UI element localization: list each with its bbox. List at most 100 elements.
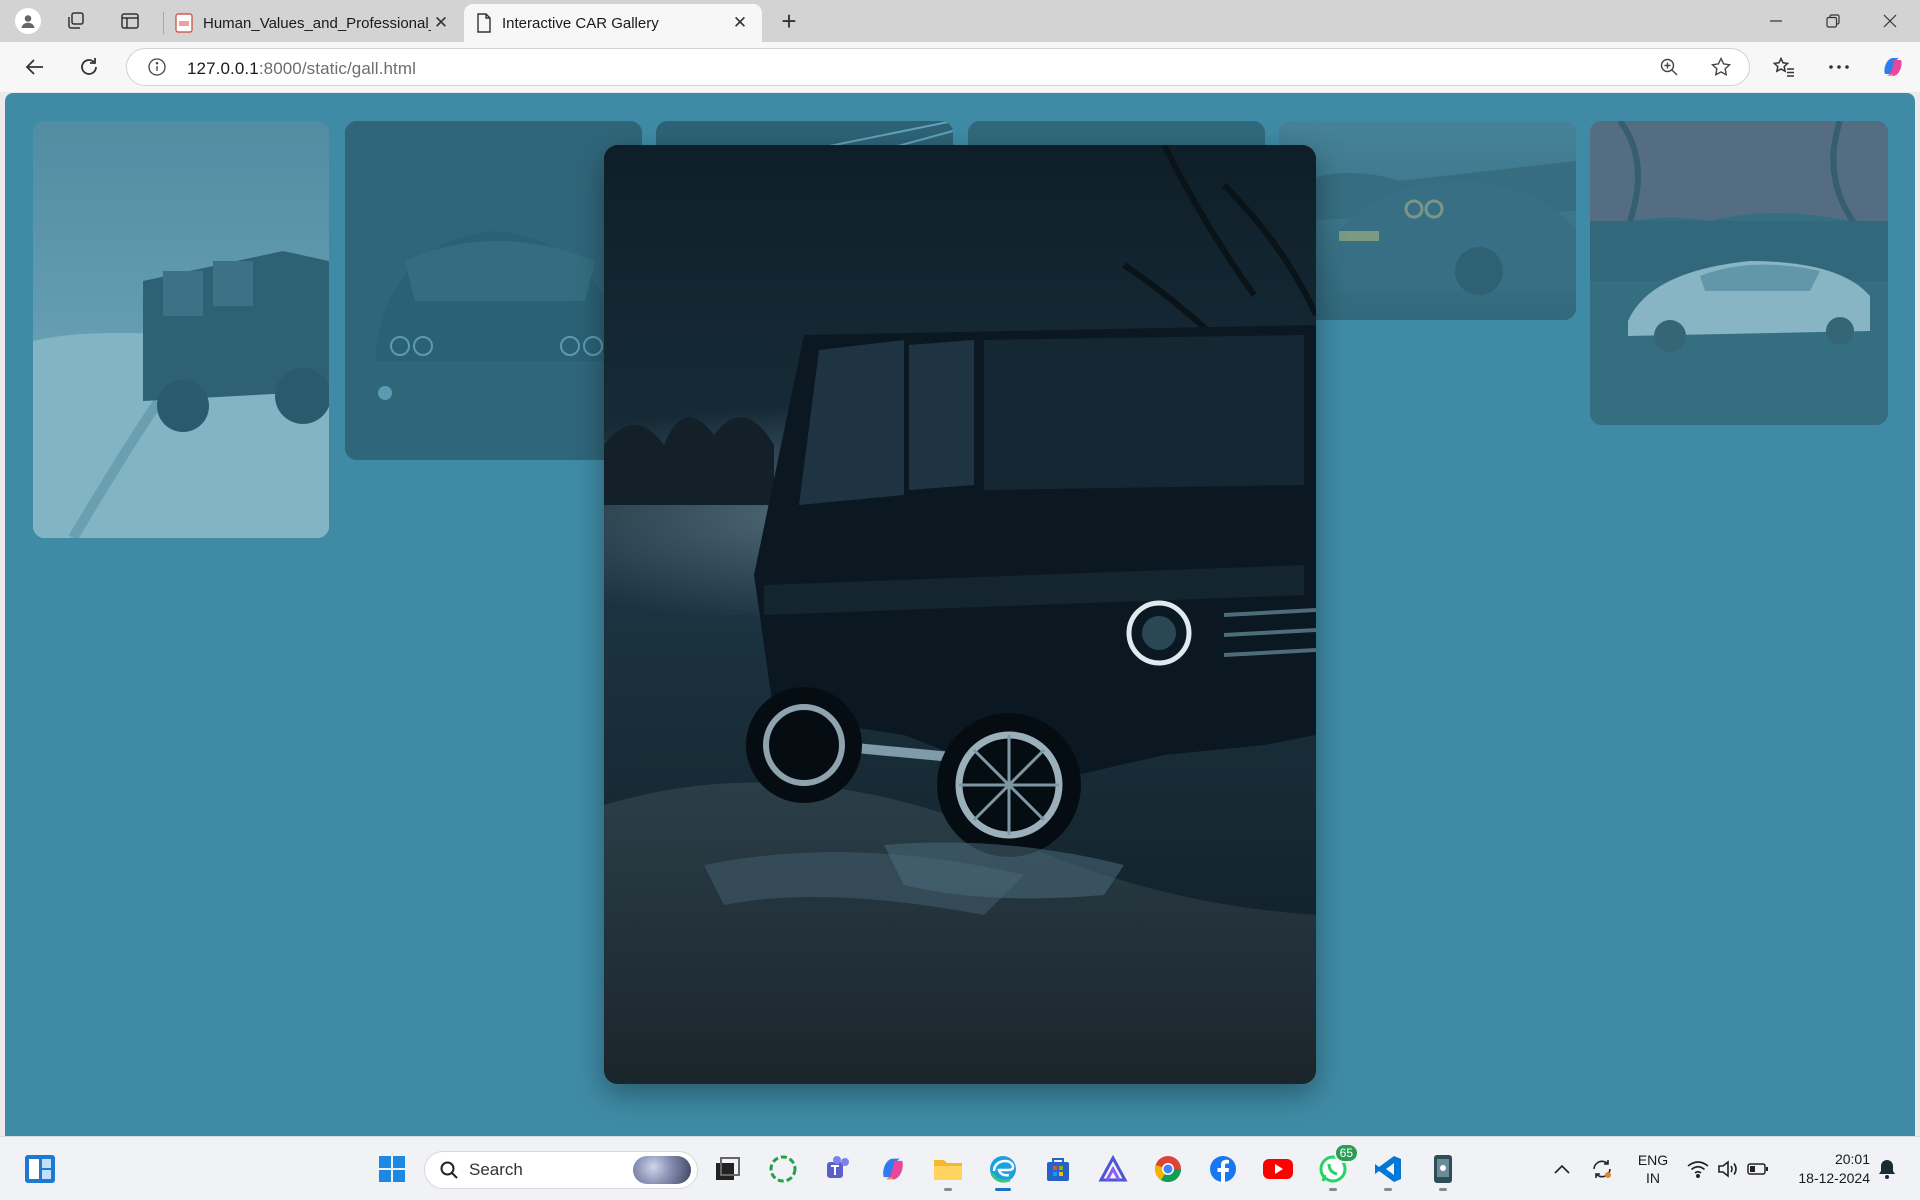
chrome-icon <box>1154 1156 1182 1183</box>
copilot-button[interactable] <box>1874 49 1912 85</box>
zoom-in-icon <box>1660 58 1678 76</box>
taskbar-app-copilot[interactable] <box>873 1149 913 1189</box>
notification-badge: 65 <box>1333 1143 1359 1163</box>
close-icon <box>1883 14 1897 28</box>
lightbox-image[interactable] <box>604 145 1316 1084</box>
url-text[interactable]: 127.0.0.1:8000/static/gall.html <box>187 59 416 79</box>
youtube-icon <box>1263 1159 1293 1179</box>
close-window-button[interactable] <box>1862 0 1918 42</box>
reload-button[interactable] <box>70 49 108 85</box>
tab-car-gallery[interactable]: Interactive CAR Gallery ✕ <box>464 4 762 42</box>
sync-icon <box>1593 1160 1611 1178</box>
pdf-icon <box>175 13 193 33</box>
language-region: IN <box>1646 1170 1660 1186</box>
clock-time: 20:01 <box>1834 1151 1870 1167</box>
thumbnail-overlay <box>1279 121 1576 320</box>
restore-icon <box>1826 14 1840 28</box>
address-bar[interactable]: 127.0.0.1:8000/static/gall.html <box>126 48 1750 86</box>
search-highlight-icon <box>633 1156 691 1184</box>
taskbar-app-store[interactable] <box>1038 1149 1078 1189</box>
running-indicator <box>1439 1188 1447 1191</box>
gallery-thumbnail-gtr-night[interactable] <box>1279 121 1576 320</box>
workspaces-icon <box>68 12 84 29</box>
taskbar-app-whatsapp[interactable]: 65 <box>1313 1143 1359 1191</box>
vertical-tabs-button[interactable] <box>110 5 150 37</box>
task-view-button[interactable] <box>708 1149 748 1189</box>
gallery-thumbnail-car-rear[interactable] <box>345 121 642 460</box>
thumbnail-overlay <box>1590 121 1888 425</box>
search-icon <box>440 1161 458 1179</box>
volume-icon <box>1718 1160 1737 1178</box>
url-host: 127.0.0.1 <box>187 59 259 78</box>
taskbar-app-device[interactable] <box>1423 1149 1463 1191</box>
taskbar-app-youtube[interactable] <box>1258 1149 1298 1189</box>
favorite-button[interactable] <box>1705 52 1737 82</box>
loader-app-icon <box>769 1155 797 1183</box>
minimize-icon <box>1770 20 1782 22</box>
start-icon <box>379 1156 405 1182</box>
taskbar-app-edge[interactable] <box>983 1149 1023 1191</box>
gallery-thumbnail-white-supra[interactable] <box>1590 121 1888 425</box>
close-tab-icon[interactable]: ✕ <box>431 13 451 33</box>
browser-toolbar: 127.0.0.1:8000/static/gall.html <box>0 42 1920 92</box>
running-indicator <box>1329 1188 1337 1191</box>
running-indicator <box>1384 1188 1392 1191</box>
file-explorer-icon <box>934 1160 962 1180</box>
gallery-thumbnail-suv-snow[interactable] <box>33 121 329 538</box>
close-tab-icon[interactable]: ✕ <box>730 13 750 33</box>
edge-icon <box>990 1156 1016 1183</box>
teams-icon <box>827 1156 849 1178</box>
copilot-icon <box>1884 58 1902 76</box>
restore-button[interactable] <box>1805 0 1861 42</box>
zoom-button[interactable] <box>1653 52 1685 82</box>
start-button[interactable] <box>372 1149 412 1189</box>
taskbar-app-teams[interactable] <box>818 1149 858 1189</box>
facebook-icon <box>1210 1156 1236 1183</box>
language-code: ENG <box>1637 1152 1669 1168</box>
sync-tray-button[interactable] <box>1586 1137 1618 1200</box>
clock-date: 18-12-2024 <box>1798 1170 1870 1186</box>
show-hidden-icons-button[interactable] <box>1548 1137 1576 1200</box>
wifi-tray-button[interactable] <box>1684 1137 1712 1200</box>
taskbar-app-chrome[interactable] <box>1148 1149 1188 1189</box>
settings-menu-button[interactable] <box>1820 49 1858 85</box>
widgets-icon <box>25 1155 55 1183</box>
tab-actions-icon <box>121 13 139 29</box>
workspaces-button[interactable] <box>56 5 96 37</box>
notifications-button[interactable] <box>1872 1137 1902 1200</box>
taskbar-app-file-explorer[interactable] <box>928 1149 968 1191</box>
tab-human-values[interactable]: Human_Values_and_Professional_ ✕ <box>163 4 463 42</box>
site-info-button[interactable] <box>141 52 173 82</box>
active-indicator <box>995 1188 1011 1191</box>
thumbnail-overlay <box>345 121 642 460</box>
tab-title: Human_Values_and_Professional_ <box>203 14 431 32</box>
chevron-up-icon <box>1554 1164 1570 1174</box>
browser-tab-strip: Human_Values_and_Professional_ ✕ Interac… <box>0 0 1920 42</box>
device-app-icon <box>1434 1155 1452 1183</box>
back-button[interactable] <box>16 49 54 85</box>
taskbar-search[interactable]: Search <box>424 1151 698 1189</box>
taskbar-app-loader[interactable] <box>763 1149 803 1189</box>
url-path: :8000/static/gall.html <box>258 59 416 78</box>
taskbar-app-facebook[interactable] <box>1203 1149 1243 1189</box>
profile-button[interactable] <box>8 5 48 37</box>
favorites-list-icon <box>1772 56 1794 77</box>
store-icon <box>1047 1158 1069 1181</box>
battery-tray-button[interactable] <box>1744 1137 1772 1200</box>
reload-icon <box>81 58 97 75</box>
battery-icon <box>1747 1163 1768 1175</box>
new-tab-button[interactable]: + <box>772 6 806 36</box>
clock[interactable]: 20:01 18-12-2024 <box>1778 1137 1870 1200</box>
profile-icon <box>15 8 41 34</box>
copilot-icon <box>883 1158 903 1180</box>
taskbar-app-generic[interactable] <box>1093 1149 1133 1189</box>
favorites-button[interactable] <box>1765 49 1803 85</box>
volume-tray-button[interactable] <box>1714 1137 1742 1200</box>
tab-title: Interactive CAR Gallery <box>502 14 659 32</box>
search-label: Search <box>469 1160 523 1179</box>
info-icon <box>148 58 166 76</box>
widgets-button[interactable] <box>20 1149 60 1189</box>
minimize-button[interactable] <box>1748 0 1804 42</box>
language-indicator[interactable]: ENG IN <box>1630 1137 1676 1200</box>
taskbar-app-vscode[interactable] <box>1368 1149 1408 1191</box>
